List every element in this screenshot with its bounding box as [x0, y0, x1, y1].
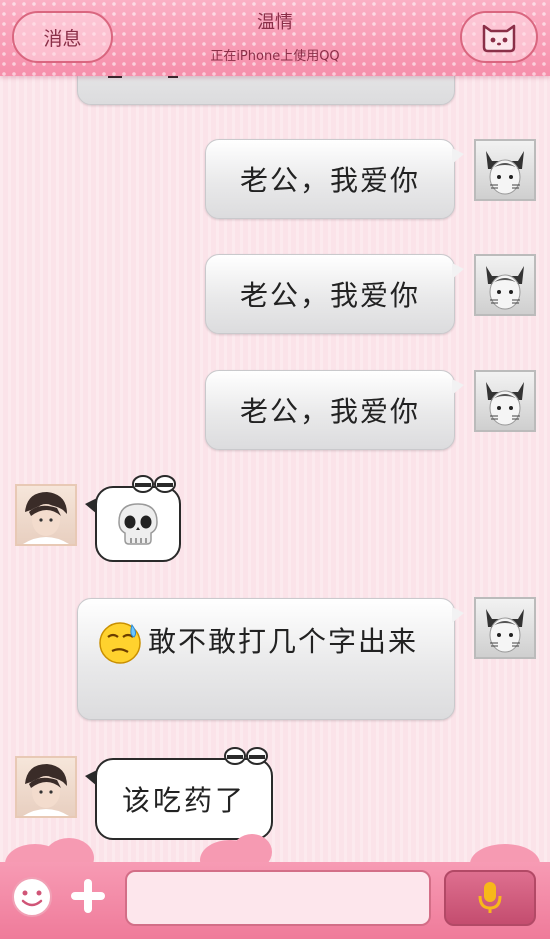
- message-text: 老公，我爱你: [239, 164, 420, 197]
- cat-girl-avatar-icon: [486, 382, 524, 426]
- bubble-eyes-decoration: [224, 747, 268, 765]
- message-text: 老公，我爱你: [239, 279, 420, 312]
- message-bubble-incoming[interactable]: [85, 475, 181, 562]
- bubble-eyes-decoration: [132, 475, 176, 493]
- more-options-button[interactable]: [68, 876, 108, 916]
- boy-avatar-icon: [23, 492, 69, 544]
- avatar-self[interactable]: [474, 370, 536, 432]
- avatar-contact[interactable]: [15, 756, 77, 818]
- sweat-emoji-icon: [99, 622, 141, 664]
- message-text: 老公，我爱你: [239, 395, 420, 428]
- message-bubble-outgoing[interactable]: 老公，我爱你: [205, 370, 464, 450]
- message-text: 该吃药了: [121, 784, 246, 817]
- message-bubble-outgoing[interactable]: 老公，我爱你: [205, 254, 464, 334]
- avatar-self[interactable]: [474, 597, 536, 659]
- message-input[interactable]: [125, 870, 431, 926]
- cat-face-icon: [482, 24, 516, 53]
- message-bubble-outgoing[interactable]: 敢不敢打几个字出来: [77, 598, 464, 720]
- cat-girl-avatar-icon: [486, 266, 524, 310]
- emoji-button[interactable]: [11, 876, 53, 918]
- message-text: 敢不敢打几个字出来: [148, 625, 419, 658]
- skull-emoji-icon: [118, 503, 158, 545]
- chat-header: 消息 温情 正在iPhone上使用QQ: [0, 0, 550, 76]
- avatar-self[interactable]: [474, 139, 536, 201]
- microphone-icon: [478, 882, 502, 913]
- plus-icon: [71, 879, 105, 913]
- avatar-contact[interactable]: [15, 484, 77, 546]
- avatar-self[interactable]: [474, 254, 536, 316]
- profile-menu-button[interactable]: [460, 11, 538, 63]
- cat-girl-avatar-icon: [486, 609, 524, 653]
- boy-avatar-icon: [23, 764, 69, 816]
- cat-girl-avatar-icon: [486, 151, 524, 195]
- message-bubble-outgoing[interactable]: 老公，我爱你: [205, 139, 464, 219]
- voice-button[interactable]: [444, 870, 536, 926]
- message-bubble-incoming[interactable]: 该吃药了: [85, 747, 273, 840]
- smiley-icon: [12, 877, 52, 917]
